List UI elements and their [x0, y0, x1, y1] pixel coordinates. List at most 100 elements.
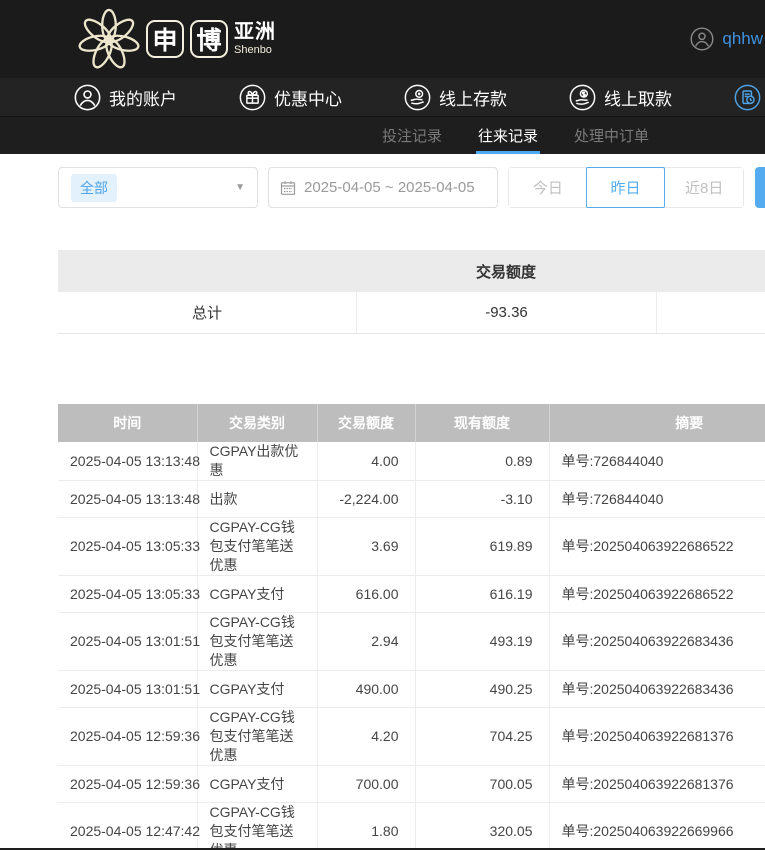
- cell-summary: 单号:202504063922669966: [548, 802, 765, 850]
- transactions-table: 时间 交易类别 交易额度 现有额度 摘要 2025-04-05 13:13:48…: [58, 404, 765, 850]
- cell-summary: 单号:202504063922686522: [548, 575, 765, 613]
- withdraw-hand-icon: [569, 84, 596, 110]
- nav-label: 线上存款: [439, 89, 507, 109]
- col-header-type: 交易类别: [196, 404, 317, 442]
- records-clipboard-icon: [734, 84, 761, 110]
- table-row: 2025-04-05 13:05:33 CGPAY支付 616.00 616.1…: [58, 575, 765, 613]
- cell-time: 2025-04-05 12:59:36: [58, 707, 200, 766]
- cell-time: 2025-04-05 12:47:42: [58, 802, 200, 850]
- cell-balance: 320.05: [414, 802, 549, 850]
- logo-region: 亚洲 Shenbo: [234, 22, 276, 56]
- cell-time: 2025-04-05 13:13:48: [58, 442, 200, 481]
- cell-time: 2025-04-05 13:05:33: [58, 517, 200, 576]
- summary-header-row: 交易额度: [58, 250, 765, 292]
- search-button-partial[interactable]: [755, 167, 765, 208]
- logo-char-bo: 博: [190, 20, 228, 58]
- nav-item-deposit[interactable]: 线上存款: [404, 84, 507, 111]
- cell-amount: 4.20: [316, 707, 415, 766]
- table-row: 2025-04-05 13:13:48 出款 -2,224.00 -3.10 单…: [58, 480, 765, 518]
- cell-amount: 4.00: [316, 442, 415, 481]
- yesterday-button[interactable]: 昨日: [585, 167, 666, 208]
- cell-type: CGPAY支付: [196, 765, 317, 803]
- summary-table: 交易额度 总计 -93.36: [58, 250, 765, 334]
- cell-balance: 700.05: [414, 765, 549, 803]
- cell-amount: 616.00: [316, 575, 415, 613]
- table-row: 2025-04-05 12:59:36 CGPAY-CG钱包支付笔笔送优惠 4.…: [58, 707, 765, 766]
- cell-type: CGPAY出款优惠: [196, 442, 317, 481]
- nav-item-transaction-records[interactable]: 往来记录: [734, 84, 765, 111]
- cell-time: 2025-04-05 12:59:36: [58, 765, 200, 803]
- col-header-balance: 现有额度: [414, 404, 549, 442]
- category-select[interactable]: 全部 ▼: [58, 167, 258, 208]
- cell-summary: 单号:202504063922686522: [548, 517, 765, 576]
- cell-time: 2025-04-05 13:01:51: [58, 670, 200, 708]
- table-header-row: 时间 交易类别 交易额度 现有额度 摘要: [58, 404, 765, 442]
- calendar-icon: [280, 180, 296, 195]
- nav-item-withdraw[interactable]: 线上取款: [569, 84, 672, 111]
- gift-icon: [239, 84, 266, 110]
- nav-label: 我的账户: [109, 89, 177, 109]
- table-row: 2025-04-05 13:05:33 CGPAY-CG钱包支付笔笔送优惠 3.…: [58, 517, 765, 576]
- transactions-table-wrap: 时间 交易类别 交易额度 现有额度 摘要 2025-04-05 13:13:48…: [58, 404, 765, 850]
- today-button[interactable]: 今日: [509, 168, 587, 207]
- summary-total-value: -93.36: [356, 292, 656, 333]
- cell-time: 2025-04-05 13:13:48: [58, 480, 200, 518]
- tab-betting-records[interactable]: 投注记录: [380, 117, 444, 154]
- tab-pending-orders[interactable]: 处理中订单: [572, 117, 651, 154]
- logo-char-shen: 申: [146, 20, 184, 58]
- table-row: 2025-04-05 12:47:42 CGPAY-CG钱包支付笔笔送优惠 1.…: [58, 802, 765, 850]
- col-header-amount: 交易额度: [316, 404, 415, 442]
- table-row: 2025-04-05 12:59:36 CGPAY支付 700.00 700.0…: [58, 765, 765, 803]
- col-header-summary: 摘要: [548, 404, 765, 442]
- cell-time: 2025-04-05 13:01:51: [58, 612, 200, 671]
- cell-type: CGPAY-CG钱包支付笔笔送优惠: [196, 707, 317, 766]
- cell-amount: 2.94: [316, 612, 415, 671]
- cell-balance: 493.19: [414, 612, 549, 671]
- cell-summary: 单号:726844040: [548, 480, 765, 518]
- cell-balance: 616.19: [414, 575, 549, 613]
- cell-amount: 1.80: [316, 802, 415, 850]
- col-header-time: 时间: [58, 404, 197, 442]
- filter-bar: 全部 ▼ 2025-04-05 ~ 2025-04-05 今日 昨日 近8日: [58, 167, 765, 208]
- category-selected-chip: 全部: [71, 173, 117, 202]
- cell-amount: 3.69: [316, 517, 415, 576]
- flower-logo-icon: [78, 8, 140, 69]
- cell-amount: 700.00: [316, 765, 415, 803]
- cell-type: CGPAY支付: [196, 575, 317, 613]
- username: qhhw: [722, 29, 763, 48]
- deposit-hand-icon: [404, 84, 431, 110]
- cell-summary: 单号:202504063922681376: [548, 707, 765, 766]
- cell-time: 2025-04-05 13:05:33: [58, 575, 200, 613]
- user-account[interactable]: qhhw: [690, 0, 765, 78]
- nav-item-promotions[interactable]: 优惠中心: [239, 84, 342, 111]
- summary-header-amount: 交易额度: [475, 263, 536, 281]
- cell-type: CGPAY-CG钱包支付笔笔送优惠: [196, 517, 317, 576]
- cell-amount: -2,224.00: [316, 480, 415, 518]
- table-row: 2025-04-05 13:01:51 CGPAY支付 490.00 490.2…: [58, 670, 765, 708]
- summary-total-empty: [656, 292, 765, 333]
- cell-summary: 单号:202504063922683436: [548, 670, 765, 708]
- cell-type: 出款: [196, 480, 317, 518]
- tab-transaction-records[interactable]: 往来记录: [476, 117, 541, 154]
- transactions-body: 2025-04-05 13:13:48 CGPAY出款优惠 4.00 0.89 …: [58, 442, 765, 850]
- date-range-value: 2025-04-05 ~ 2025-04-05: [304, 179, 475, 196]
- cell-type: CGPAY支付: [196, 670, 317, 708]
- date-range-input[interactable]: 2025-04-05 ~ 2025-04-05: [268, 167, 498, 208]
- cell-type: CGPAY-CG钱包支付笔笔送优惠: [196, 802, 317, 850]
- cell-amount: 490.00: [316, 670, 415, 708]
- nav-item-my-account[interactable]: 我的账户: [74, 84, 177, 111]
- logo-region-en: Shenbo: [234, 44, 272, 56]
- table-row: 2025-04-05 13:01:51 CGPAY-CG钱包支付笔笔送优惠 2.…: [58, 612, 765, 671]
- cell-summary: 单号:202504063922683436: [548, 612, 765, 671]
- nav-label: 线上取款: [604, 89, 672, 109]
- cell-summary: 单号:726844040: [548, 442, 765, 481]
- top-header: 申 博 亚洲 Shenbo qhhw: [0, 0, 765, 78]
- cell-balance: -3.10: [414, 480, 549, 518]
- table-row: 2025-04-05 13:13:48 CGPAY出款优惠 4.00 0.89 …: [58, 442, 765, 481]
- cell-balance: 704.25: [414, 707, 549, 766]
- brand-logo[interactable]: 申 博 亚洲 Shenbo: [78, 7, 276, 71]
- logo-region-zh: 亚洲: [234, 21, 276, 43]
- chevron-down-icon: ▼: [235, 182, 245, 193]
- last-8-days-button[interactable]: 近8日: [664, 168, 744, 207]
- cell-balance: 490.25: [414, 670, 549, 708]
